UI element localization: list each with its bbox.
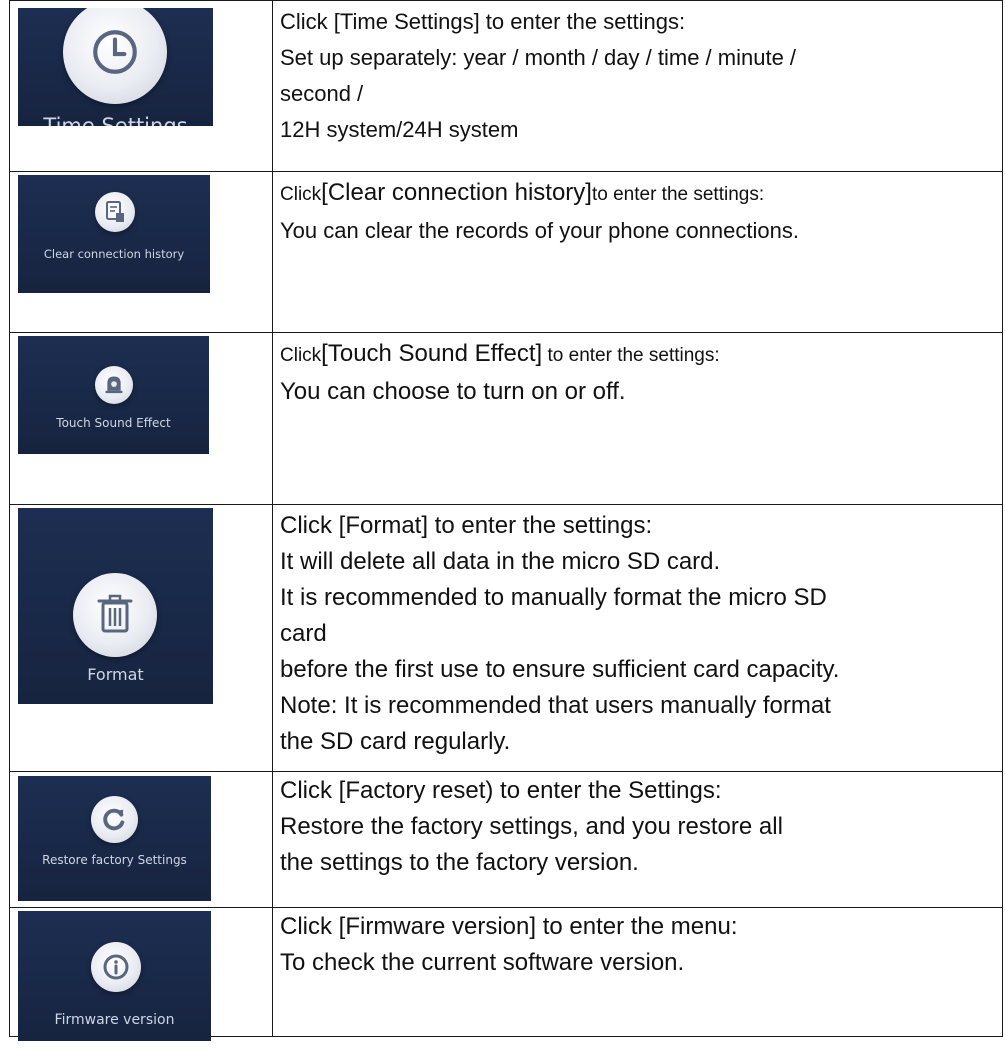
- description-cell: Click [Format] to enter the settings: It…: [272, 504, 1003, 772]
- description-line: Click [Factory reset) to enter the Setti…: [280, 777, 722, 804]
- info-icon: [91, 942, 141, 992]
- image-cell: Firmware version: [9, 907, 273, 1041]
- format-thumbnail: Format: [18, 508, 213, 704]
- settings-table: Time Settings Click [Time Settings] to e…: [9, 0, 1003, 1041]
- description-line: Click [Format] to enter the settings:: [280, 512, 653, 539]
- description-line: Click [Firmware version] to enter the me…: [280, 913, 738, 940]
- table-row-restore-factory-settings: Restore factory Settings Click [Factory …: [9, 771, 1003, 908]
- description-cell: Click [Firmware version] to enter the me…: [272, 907, 1003, 1037]
- description-line: Click [Time Settings] to enter the setti…: [280, 9, 686, 34]
- description-line: You can choose to turn on or off.: [280, 378, 626, 405]
- menu-label: [Touch Sound Effect]: [321, 340, 543, 367]
- description-cell: Click[Clear connection history]to enter …: [272, 171, 1003, 333]
- clear-history-thumbnail: Clear connection history: [18, 175, 210, 293]
- description-line: card: [280, 620, 327, 647]
- description-line: the settings to the factory version.: [280, 849, 639, 876]
- description-line: before the first use to ensure sufficien…: [280, 656, 840, 683]
- image-cell: Clear connection history: [9, 171, 273, 333]
- description-prefix: Click: [280, 184, 322, 205]
- image-cell: Restore factory Settings: [9, 771, 273, 908]
- description-line: Restore the factory settings, and you re…: [280, 813, 783, 840]
- refresh-icon: [91, 796, 138, 843]
- image-cell: Touch Sound Effect: [9, 332, 273, 505]
- thumbnail-caption: Firmware version: [54, 1012, 175, 1028]
- clock-icon: [63, 8, 167, 104]
- thumbnail-caption: Time Settings: [43, 114, 188, 126]
- image-cell: Time Settings: [9, 0, 273, 172]
- firmware-version-thumbnail: Firmware version: [18, 911, 211, 1041]
- menu-label: [Clear connection history]: [321, 179, 592, 206]
- description-line: Set up separately: year / month / day / …: [280, 45, 797, 70]
- description-cell: Click [Time Settings] to enter the setti…: [272, 0, 1003, 172]
- document-delete-icon: [95, 192, 135, 232]
- description-line: 12H system/24H system: [280, 117, 519, 142]
- description-line: Note: It is recommended that users manua…: [280, 692, 831, 719]
- restore-factory-thumbnail: Restore factory Settings: [18, 776, 211, 901]
- description-prefix: Click: [280, 345, 322, 366]
- table-row-clear-connection-history: Clear connection history Click[Clear con…: [9, 171, 1003, 333]
- bell-icon: [95, 366, 133, 404]
- description-line: To check the current software version.: [280, 949, 685, 976]
- thumbnail-caption: Format: [87, 665, 144, 684]
- trash-icon: [73, 573, 157, 657]
- description-line-with-label: Click[Touch Sound Effect] to enter the s…: [280, 339, 1002, 370]
- description-line: It is recommended to manually format the…: [280, 584, 827, 611]
- touch-sound-thumbnail: Touch Sound Effect: [18, 336, 209, 454]
- description-cell: Click [Factory reset) to enter the Setti…: [272, 771, 1003, 908]
- table-row-time-settings: Time Settings Click [Time Settings] to e…: [9, 0, 1003, 172]
- image-cell: Format: [9, 504, 273, 772]
- thumbnail-caption: Restore factory Settings: [42, 853, 187, 867]
- table-row-touch-sound-effect: Touch Sound Effect Click[Touch Sound Eff…: [9, 332, 1003, 505]
- time-settings-thumbnail: Time Settings: [18, 8, 213, 126]
- description-line-with-label: Click[Clear connection history]to enter …: [280, 178, 1002, 209]
- thumbnail-caption: Clear connection history: [43, 247, 185, 261]
- table-row-firmware-version: Firmware version Click [Firmware version…: [9, 907, 1003, 1041]
- description-line: You can clear the records of your phone …: [280, 218, 799, 243]
- thumbnail-caption: Touch Sound Effect: [56, 416, 171, 430]
- description-suffix: to enter the settings:: [542, 345, 720, 366]
- description-line: It will delete all data in the micro SD …: [280, 548, 721, 575]
- description-cell: Click[Touch Sound Effect] to enter the s…: [272, 332, 1003, 505]
- table-row-format: Format Click [Format] to enter the setti…: [9, 504, 1003, 772]
- description-suffix: to enter the settings:: [591, 184, 765, 205]
- description-line: the SD card regularly.: [280, 728, 511, 755]
- description-line: second /: [280, 81, 364, 106]
